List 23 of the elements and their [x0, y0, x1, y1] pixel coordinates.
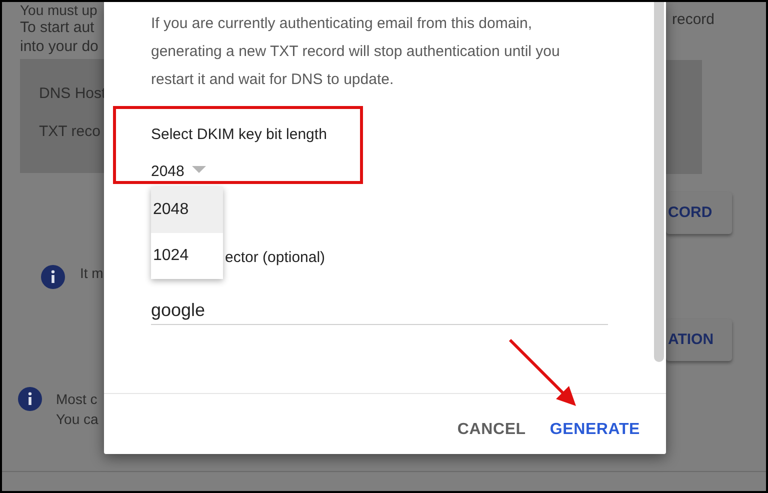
intro-text: record: [671, 10, 715, 30]
dns-label: DNS Host: [39, 85, 104, 103]
key-length-select[interactable]: 2048: [151, 162, 206, 182]
dropdown-arrow-icon: [192, 166, 206, 172]
generate-button[interactable]: GENERATE: [548, 414, 642, 446]
note-text: It m: [80, 264, 104, 283]
annotation-arrow: [508, 338, 578, 408]
note-text: You ca: [56, 410, 98, 429]
intro-text: To start aut: [20, 18, 96, 37]
dropdown-option[interactable]: 1024: [151, 233, 223, 279]
field-label: ector (optional): [225, 248, 326, 268]
cancel-button[interactable]: CANCEL: [455, 414, 528, 446]
intro-text: into your do: [20, 37, 100, 56]
selector-input[interactable]: google: [151, 299, 608, 325]
scrollbar[interactable]: [654, 2, 664, 362]
info-icon: [18, 387, 42, 411]
warning-text: If you are currently authenticating email from this domain, generating a new TXT record will stop authentication until you restart it and wait for DNS to update.: [151, 14, 561, 90]
dropdown-option[interactable]: 2048: [151, 187, 223, 233]
dns-label: TXT reco: [39, 123, 102, 141]
heading-text: You must up: [20, 2, 98, 18]
note-text: Most c: [56, 390, 98, 409]
info-icon: [41, 265, 65, 289]
field-label: Select DKIM key bit length: [151, 125, 328, 145]
